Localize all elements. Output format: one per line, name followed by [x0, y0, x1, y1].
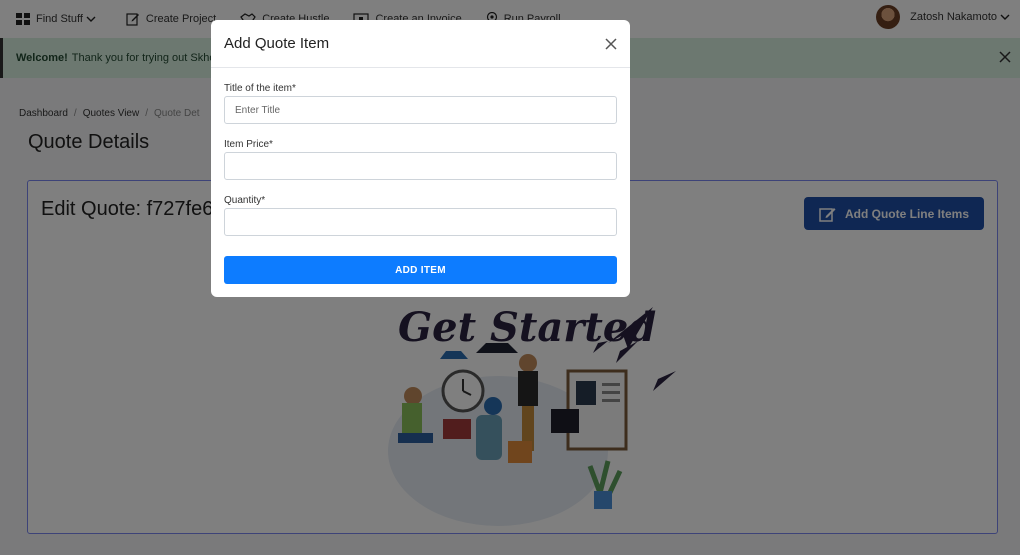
- price-field-label: Item Price*: [224, 139, 273, 150]
- quantity-field-label: Quantity*: [224, 195, 266, 206]
- close-icon[interactable]: [604, 37, 618, 51]
- title-input[interactable]: [224, 96, 617, 124]
- add-quote-item-modal: Add Quote Item Title of the item* Item P…: [211, 20, 630, 297]
- item-price-input[interactable]: [224, 152, 617, 180]
- add-item-button[interactable]: ADD ITEM: [224, 256, 617, 284]
- quantity-input[interactable]: [224, 208, 617, 236]
- title-field-label: Title of the item*: [224, 83, 296, 94]
- modal-header: Add Quote Item: [211, 20, 630, 68]
- modal-title: Add Quote Item: [224, 35, 330, 52]
